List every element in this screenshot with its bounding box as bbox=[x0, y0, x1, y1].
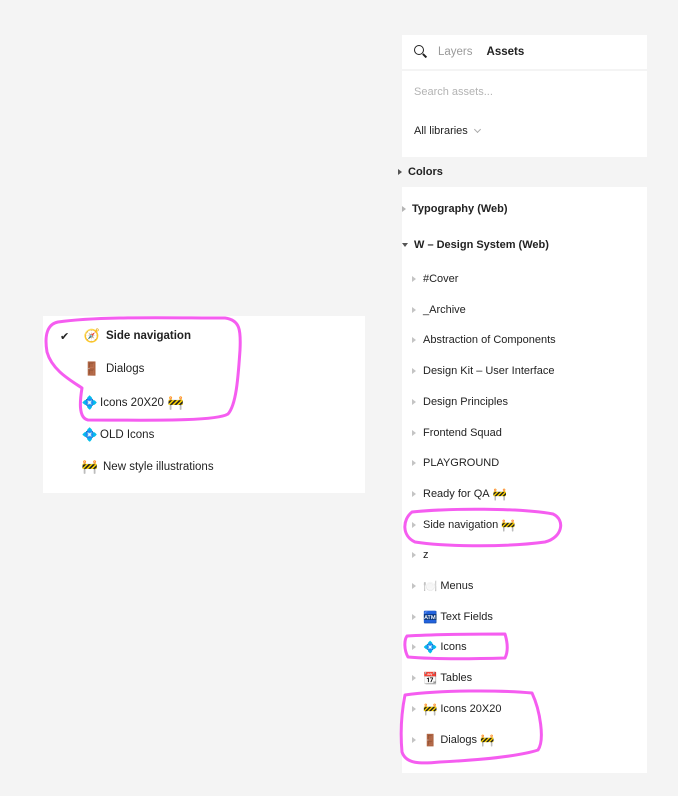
page-item[interactable]: 🍽️ Menus bbox=[412, 576, 473, 596]
caret-right-icon bbox=[412, 675, 416, 682]
construction-icon: 🚧 bbox=[501, 519, 516, 532]
page-item[interactable]: Ready for QA 🚧 bbox=[412, 484, 507, 504]
page-dropdown-menu: ✔ 🧭 Side navigation 🚪 Dialogs 💠 Icons 20… bbox=[43, 316, 365, 493]
menu-item-side-navigation[interactable]: ✔ 🧭 Side navigation bbox=[43, 324, 191, 348]
page-item-label: Design Kit – User Interface bbox=[423, 365, 555, 378]
page-item[interactable]: 📆 Tables bbox=[412, 668, 472, 688]
caret-right-icon bbox=[412, 583, 416, 589]
section-typography[interactable]: Typography (Web) bbox=[402, 197, 647, 221]
library-filter-dropdown[interactable]: All libraries bbox=[414, 125, 481, 137]
chevron-down-icon bbox=[473, 125, 481, 134]
caret-right-icon bbox=[412, 490, 416, 497]
checkmark-icon: ✔ bbox=[60, 330, 70, 343]
panel-tabs-header: Layers Assets bbox=[402, 35, 647, 69]
menu-item-label: New style illustrations bbox=[103, 461, 214, 473]
page-item[interactable]: Side navigation 🚧 bbox=[412, 515, 516, 535]
caret-right-icon bbox=[412, 368, 416, 375]
caret-right-icon bbox=[412, 705, 416, 712]
section-label: W – Design System (Web) bbox=[414, 239, 549, 251]
page-item-label: PLAYGROUND bbox=[423, 457, 500, 470]
construction-icon: 🚧 bbox=[480, 734, 495, 747]
diamond-icon: 💠 bbox=[81, 395, 99, 410]
page-item-label: Icons 20X20 bbox=[440, 702, 502, 715]
section-label: Typography (Web) bbox=[412, 203, 508, 215]
construction-icon: 🚧 bbox=[492, 488, 507, 501]
menu-item-label: Side navigation bbox=[106, 330, 191, 342]
page-item[interactable]: PLAYGROUND bbox=[412, 453, 499, 473]
library-filter-label: All libraries bbox=[414, 125, 468, 137]
section-colors[interactable]: Colors bbox=[398, 160, 643, 184]
diamond-icon: 💠 bbox=[423, 642, 438, 655]
search-assets-input[interactable] bbox=[414, 84, 634, 100]
caret-right-icon bbox=[398, 169, 402, 175]
search-icon[interactable] bbox=[414, 45, 428, 59]
tab-layers[interactable]: Layers bbox=[438, 46, 473, 58]
caret-right-icon bbox=[412, 306, 416, 313]
page-item[interactable]: 🚪 Dialogs 🚧 bbox=[412, 730, 494, 750]
page-item-label: Abstraction of Components bbox=[423, 334, 556, 347]
section-w-design-system[interactable]: W – Design System (Web) bbox=[402, 233, 647, 257]
page-item-label: #Cover bbox=[423, 273, 459, 285]
menu-item-new-style-illustrations[interactable]: 🚧 New style illustrations bbox=[43, 455, 214, 479]
menu-item-label: Dialogs bbox=[106, 363, 145, 375]
menu-item-label: Icons 20X20 bbox=[100, 397, 164, 409]
construction-icon: 🚧 bbox=[81, 459, 99, 474]
caret-right-icon bbox=[402, 206, 406, 212]
page-item[interactable]: 💠 Icons bbox=[412, 637, 467, 657]
page-item[interactable]: 🚧 Icons 20X20 bbox=[412, 699, 501, 719]
page-item-label: z bbox=[423, 549, 429, 562]
page-item[interactable]: #Cover bbox=[412, 269, 458, 289]
menu-plate-icon: 🍽️ bbox=[423, 581, 438, 593]
page-item-label: Text Fields bbox=[440, 610, 493, 623]
menu-item-label: OLD Icons bbox=[100, 429, 155, 441]
caret-right-icon bbox=[412, 398, 416, 405]
tab-assets[interactable]: Assets bbox=[487, 46, 525, 58]
page-item-label: Menus bbox=[440, 580, 474, 592]
screenshot-stage: ✔ 🧭 Side navigation 🚪 Dialogs 💠 Icons 20… bbox=[0, 0, 678, 796]
calendar-icon: 📆 bbox=[423, 673, 438, 686]
caret-down-icon bbox=[402, 243, 408, 247]
menu-item-icons-20x20[interactable]: 💠 Icons 20X20 🚧 bbox=[43, 391, 185, 415]
construction-icon: 🚧 bbox=[423, 703, 438, 716]
caret-right-icon bbox=[412, 736, 416, 743]
menu-item-dialogs[interactable]: 🚪 Dialogs bbox=[43, 357, 144, 381]
page-item[interactable]: 🏧 Text Fields bbox=[412, 607, 493, 627]
page-item-label: Ready for QA bbox=[423, 487, 490, 500]
compass-icon: 🧭 bbox=[83, 328, 101, 343]
page-item[interactable]: _Archive bbox=[412, 300, 466, 320]
page-item-label: Frontend Squad bbox=[423, 426, 502, 439]
page-item-label: Design Principles bbox=[423, 395, 508, 408]
page-item[interactable]: Design Kit – User Interface bbox=[412, 361, 554, 381]
atm-icon: 🏧 bbox=[423, 611, 438, 624]
caret-right-icon bbox=[412, 460, 416, 467]
caret-right-icon bbox=[412, 613, 416, 620]
construction-icon: 🚧 bbox=[167, 395, 185, 410]
caret-right-icon bbox=[412, 644, 416, 651]
caret-right-icon bbox=[412, 337, 416, 344]
page-item-label: Side navigation bbox=[423, 518, 499, 531]
door-icon: 🚪 bbox=[423, 734, 438, 747]
section-label: Colors bbox=[408, 166, 443, 178]
page-item-label: Icons bbox=[440, 641, 467, 654]
caret-right-icon bbox=[412, 429, 416, 436]
menu-item-old-icons[interactable]: 💠 OLD Icons bbox=[43, 423, 154, 447]
page-item[interactable]: Abstraction of Components bbox=[412, 330, 556, 350]
caret-right-icon bbox=[412, 521, 416, 528]
page-item-label: _Archive bbox=[423, 303, 466, 316]
caret-right-icon bbox=[412, 552, 416, 559]
page-item-label: Tables bbox=[440, 672, 473, 685]
page-item[interactable]: Design Principles bbox=[412, 392, 508, 412]
assets-search-section: All libraries bbox=[402, 71, 647, 157]
page-item[interactable]: z bbox=[412, 545, 429, 565]
page-item[interactable]: Frontend Squad bbox=[412, 423, 502, 443]
door-icon: 🚪 bbox=[83, 361, 101, 376]
caret-right-icon bbox=[412, 276, 416, 282]
page-item-label: Dialogs bbox=[440, 733, 478, 746]
diamond-icon: 💠 bbox=[81, 427, 99, 442]
